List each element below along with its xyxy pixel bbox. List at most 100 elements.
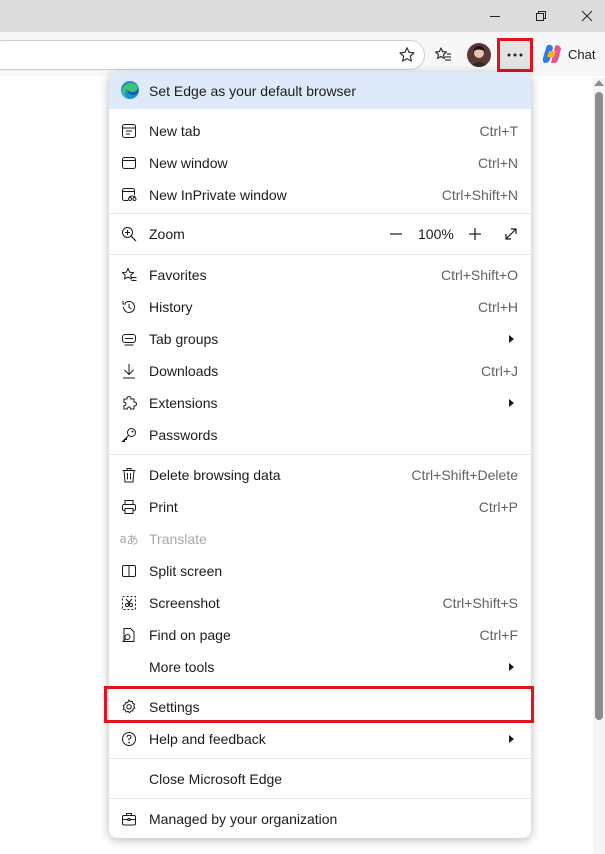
- menu-item-extensions[interactable]: Extensions: [109, 387, 531, 419]
- find-on-page-label: Find on page: [149, 627, 231, 643]
- new-inprivate-shortcut: Ctrl+Shift+N: [441, 187, 518, 203]
- title-bar: [0, 0, 605, 32]
- chat-label: Chat: [568, 46, 596, 62]
- scrollbar-thumb[interactable]: [595, 92, 603, 720]
- zoom-in-button[interactable]: [466, 224, 484, 244]
- menu-item-more-tools[interactable]: More tools: [109, 651, 531, 683]
- menu-item-new-window[interactable]: New window Ctrl+N: [109, 147, 531, 179]
- split-screen-label: Split screen: [149, 563, 223, 579]
- translate-label: Translate: [149, 531, 207, 547]
- history-icon: [120, 298, 138, 316]
- key-icon: [120, 426, 138, 444]
- translate-icon: a あ: [119, 532, 139, 547]
- scroll-up-icon[interactable]: [594, 80, 604, 86]
- print-shortcut: Ctrl+P: [478, 499, 518, 515]
- settings-and-more-menu: Set Edge as your default browser New tab…: [109, 72, 531, 838]
- menu-item-managed-by-organization[interactable]: Managed by your organization: [109, 803, 531, 835]
- menu-item-downloads[interactable]: Downloads Ctrl+J: [109, 355, 531, 387]
- extensions-icon: [120, 394, 138, 412]
- favorites-label: Favorites: [149, 267, 207, 283]
- menu-item-favorites[interactable]: Favorites Ctrl+Shift+O: [109, 259, 531, 291]
- chat-button[interactable]: Chat: [540, 42, 595, 66]
- menu-separator: [109, 454, 531, 455]
- settings-highlight: [104, 686, 534, 723]
- menu-item-new-tab[interactable]: New tab Ctrl+T: [109, 115, 531, 147]
- chevron-right-icon: [509, 663, 514, 671]
- menu-item-translate: a あ Translate: [109, 523, 531, 555]
- menu-item-print[interactable]: Print Ctrl+P: [109, 491, 531, 523]
- menu-item-delete-browsing-data[interactable]: Delete browsing data Ctrl+Shift+Delete: [109, 459, 531, 491]
- menu-item-history[interactable]: History Ctrl+H: [109, 291, 531, 323]
- default-browser-banner[interactable]: Set Edge as your default browser: [109, 72, 531, 109]
- zoom-label: Zoom: [149, 226, 185, 242]
- banner-label: Set Edge as your default browser: [149, 83, 357, 99]
- menu-separator: [109, 758, 531, 759]
- new-tab-icon: [120, 122, 138, 140]
- menu-item-new-inprivate-window[interactable]: New InPrivate window Ctrl+Shift+N: [109, 179, 531, 211]
- help-icon: [120, 730, 138, 748]
- briefcase-icon: [120, 810, 138, 828]
- delete-browsing-label: Delete browsing data: [149, 467, 281, 483]
- address-bar[interactable]: [0, 40, 425, 70]
- downloads-shortcut: Ctrl+J: [481, 363, 518, 379]
- edge-logo-icon: [120, 80, 140, 100]
- copilot-icon: [540, 42, 564, 66]
- new-window-shortcut: Ctrl+N: [477, 155, 518, 171]
- menu-item-help-and-feedback[interactable]: Help and feedback: [109, 723, 531, 755]
- menu-separator: [109, 254, 531, 255]
- fullscreen-icon[interactable]: [502, 224, 520, 244]
- extensions-label: Extensions: [149, 395, 218, 411]
- close-icon[interactable]: [564, 0, 605, 32]
- menu-separator: [109, 213, 531, 214]
- zoom-out-button[interactable]: [387, 224, 405, 244]
- restore-icon[interactable]: [518, 0, 564, 32]
- menu-separator: [109, 798, 531, 799]
- download-icon: [120, 362, 138, 380]
- close-edge-label: Close Microsoft Edge: [149, 771, 283, 787]
- passwords-label: Passwords: [149, 427, 218, 443]
- menu-item-screenshot[interactable]: Screenshot Ctrl+Shift+S: [109, 587, 531, 619]
- help-label: Help and feedback: [149, 731, 266, 747]
- trash-icon: [120, 466, 138, 484]
- find-icon: [120, 626, 138, 644]
- chevron-right-icon: [509, 735, 514, 743]
- screenshot-icon: [120, 594, 138, 612]
- menu-item-passwords[interactable]: Passwords: [109, 419, 531, 451]
- inprivate-icon: [120, 186, 138, 204]
- new-window-icon: [120, 154, 138, 172]
- printer-icon: [120, 498, 138, 516]
- tab-groups-icon: [120, 330, 138, 348]
- zoom-icon: [120, 225, 138, 243]
- find-on-page-shortcut: Ctrl+F: [479, 627, 519, 643]
- favorites-shortcut: Ctrl+Shift+O: [440, 267, 518, 283]
- avatar[interactable]: [467, 43, 491, 67]
- menu-item-tab-groups[interactable]: Tab groups: [109, 323, 531, 355]
- menu-item-close-microsoft-edge[interactable]: Close Microsoft Edge: [109, 763, 531, 795]
- menu-item-zoom: Zoom 100%: [109, 218, 531, 250]
- new-window-label: New window: [149, 155, 228, 171]
- delete-browsing-shortcut: Ctrl+Shift+Delete: [411, 467, 518, 483]
- more-tools-label: More tools: [149, 659, 215, 675]
- chevron-right-icon: [509, 399, 514, 407]
- new-tab-shortcut: Ctrl+T: [479, 123, 519, 139]
- downloads-label: Downloads: [149, 363, 219, 379]
- menu-item-find-on-page[interactable]: Find on page Ctrl+F: [109, 619, 531, 651]
- favorites-icon: [120, 266, 138, 284]
- tab-groups-label: Tab groups: [149, 331, 219, 347]
- zoom-value: 100%: [418, 226, 454, 242]
- new-inprivate-label: New InPrivate window: [149, 187, 287, 203]
- split-screen-icon: [120, 562, 138, 580]
- managed-label: Managed by your organization: [149, 811, 338, 827]
- new-tab-label: New tab: [149, 123, 201, 139]
- print-label: Print: [149, 499, 178, 515]
- screenshot-label: Screenshot: [149, 595, 220, 611]
- menu-item-split-screen[interactable]: Split screen: [109, 555, 531, 587]
- more-icon[interactable]: [497, 38, 533, 72]
- history-label: History: [149, 299, 193, 315]
- screenshot-shortcut: Ctrl+Shift+S: [442, 595, 518, 611]
- minimize-icon[interactable]: [472, 0, 518, 32]
- favorites-icon[interactable]: [432, 44, 454, 66]
- star-icon[interactable]: [396, 44, 418, 66]
- chevron-right-icon: [509, 335, 514, 343]
- history-shortcut: Ctrl+H: [477, 299, 518, 315]
